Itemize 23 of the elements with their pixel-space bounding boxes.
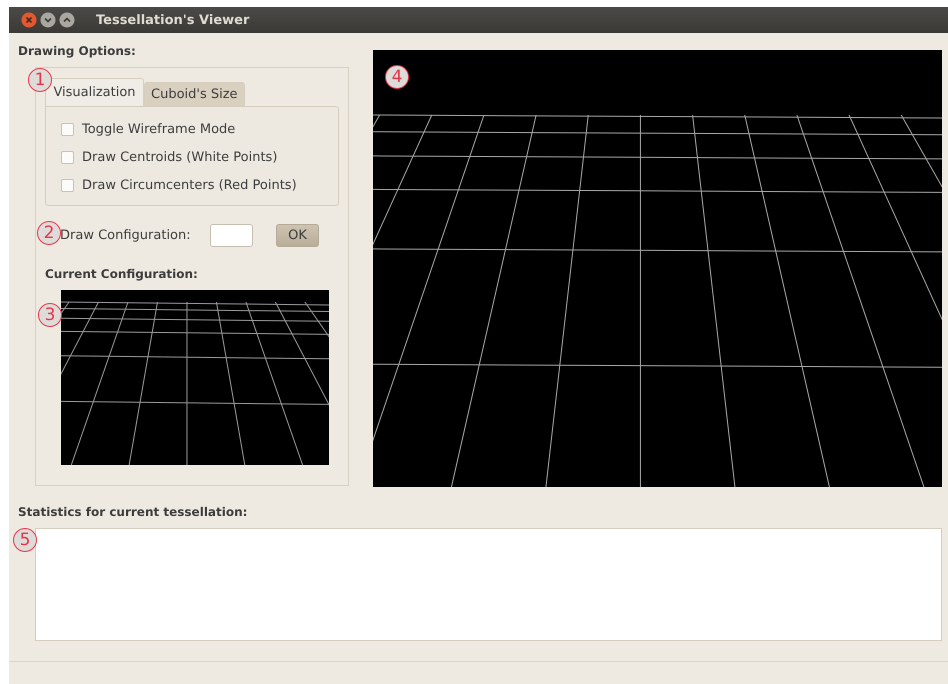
field-label: Draw Configuration:: [60, 228, 192, 243]
checkbox[interactable]: [61, 150, 74, 164]
statistics-area[interactable]: [35, 528, 942, 641]
window-title: Tessellation's Viewer: [96, 12, 250, 28]
callout-marker: 3: [38, 303, 62, 327]
minimize-icon[interactable]: [40, 12, 56, 28]
callout-marker: 1: [28, 68, 52, 92]
callout-marker: 2: [37, 221, 61, 245]
tab[interactable]: Cuboid's Size: [144, 82, 245, 106]
checkbox-label: Draw Circumcenters (Red Points): [82, 178, 297, 192]
section-label: Current Configuration:: [45, 266, 199, 282]
section-label: Drawing Options:: [18, 43, 137, 59]
maximize-icon[interactable]: [59, 12, 75, 28]
callout-marker: 5: [13, 528, 37, 552]
configuration-input[interactable]: [210, 224, 253, 247]
close-icon[interactable]: [21, 12, 37, 28]
checkbox-label: Draw Centroids (White Points): [82, 150, 278, 164]
tab[interactable]: Visualization: [45, 78, 144, 106]
section-label: Statistics for current tessellation:: [18, 504, 248, 520]
checkbox-label: Toggle Wireframe Mode: [82, 122, 236, 136]
ok-button[interactable]: OK: [276, 224, 319, 247]
checkbox[interactable]: [61, 122, 74, 136]
checkbox[interactable]: [61, 178, 74, 192]
